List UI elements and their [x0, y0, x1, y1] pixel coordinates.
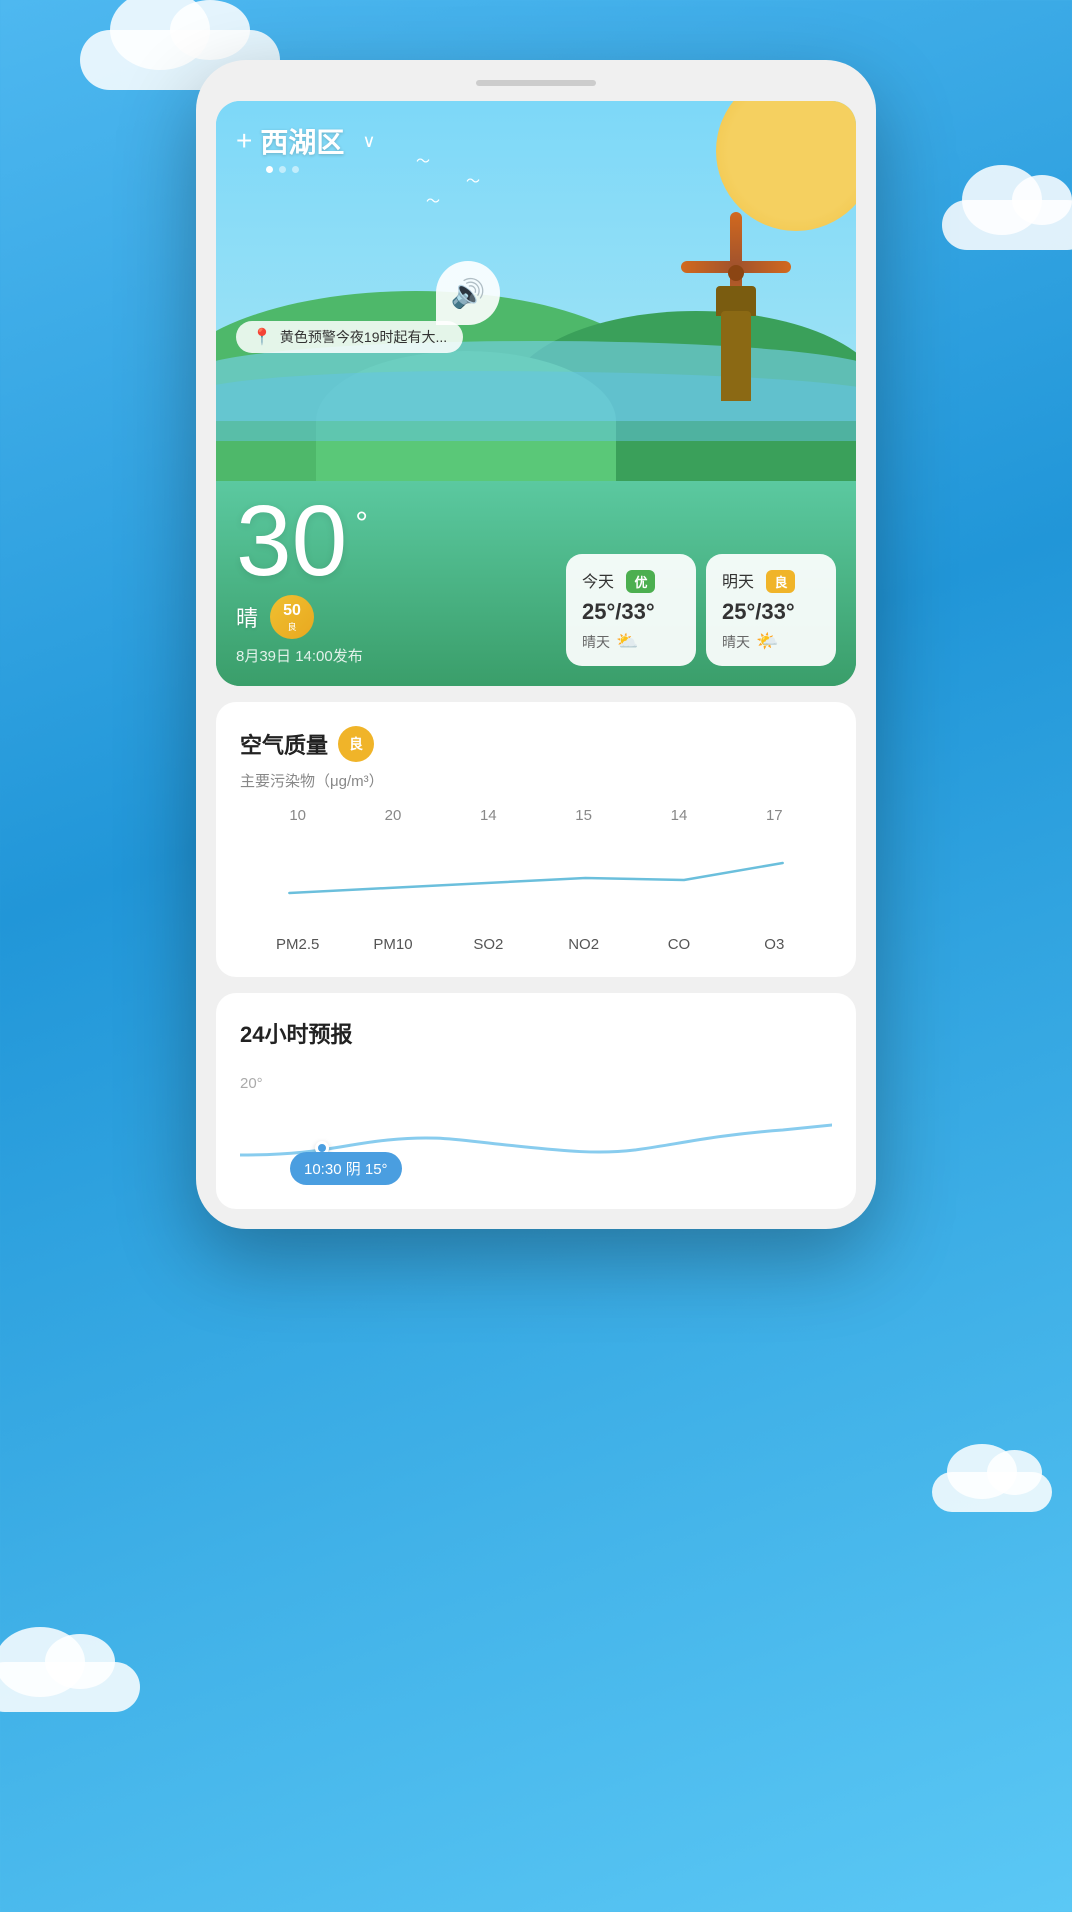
- tomorrow-quality-badge: 良: [766, 570, 795, 593]
- chart-label-no2: NO2: [536, 936, 631, 953]
- tomorrow-weather: 晴天 🌤️: [722, 631, 820, 652]
- scene-bird-2: 〜: [466, 171, 480, 191]
- chart-svg: [240, 828, 832, 908]
- temperature-display: 30 °: [236, 491, 368, 591]
- air-quality-section: 空气质量 良 主要污染物（μg/m³） 10 20 14 15 14 17 PM…: [216, 702, 856, 977]
- weather-desc-row: 晴 50 良: [236, 595, 368, 639]
- chart-labels-row: PM2.5 PM10 SO2 NO2 CO O3: [240, 936, 832, 953]
- chart-label-co: CO: [631, 936, 726, 953]
- forecast24-title: 24小时预报: [240, 1017, 832, 1049]
- add-location-button[interactable]: +: [236, 125, 252, 157]
- chart-label-pm25: PM2.5: [250, 936, 345, 953]
- tomorrow-temperature: 25°/33°: [722, 599, 820, 625]
- weather-card: 〜 〜 〜 🔊 + 西湖区 ∨ 📍 黄色预警今夜19时起有大...: [216, 101, 856, 686]
- forecast24-chart: 20° 10:30 阴 15°: [240, 1065, 832, 1185]
- scene-bird-3: 〜: [426, 191, 440, 211]
- air-quality-chart: [240, 828, 832, 928]
- background-cloud-3: [0, 1662, 140, 1712]
- today-weather: 晴天 ⛅: [582, 631, 680, 652]
- air-quality-title: 空气质量 良: [240, 726, 832, 762]
- phone-frame: 〜 〜 〜 🔊 + 西湖区 ∨ 📍 黄色预警今夜19时起有大...: [196, 60, 876, 1229]
- chart-values-row: 10 20 14 15 14 17: [240, 807, 832, 824]
- phone-notch: [476, 80, 596, 86]
- tomorrow-label: 明天 良: [722, 568, 820, 593]
- chart-label-o3: O3: [727, 936, 822, 953]
- chart-label-pm10: PM10: [345, 936, 440, 953]
- today-temperature: 25°/33°: [582, 599, 680, 625]
- temperature-value: 30: [236, 491, 347, 591]
- time-tooltip: 10:30 阴 15°: [290, 1152, 402, 1185]
- today-forecast-card[interactable]: 今天 优 25°/33° 晴天 ⛅: [566, 554, 696, 666]
- chart-value-no2: 15: [536, 807, 631, 824]
- aqi-badge: 50 良: [270, 595, 314, 639]
- windmill-center: [728, 265, 744, 281]
- warning-text: 黄色预警今夜19时起有大...: [280, 327, 447, 347]
- tomorrow-forecast-card[interactable]: 明天 良 25°/33° 晴天 🌤️: [706, 554, 836, 666]
- today-weather-icon: ⛅: [616, 631, 638, 652]
- degree-symbol: °: [355, 505, 368, 542]
- chart-value-pm25: 10: [250, 807, 345, 824]
- sound-bubble[interactable]: 🔊: [436, 261, 500, 325]
- chart-label-so2: SO2: [441, 936, 536, 953]
- windmill-blade-1: [736, 261, 791, 273]
- pollutant-unit-label: 主要污染物（μg/m³）: [240, 770, 832, 791]
- location-header: + 西湖区 ∨: [236, 121, 376, 161]
- chart-value-so2: 14: [441, 807, 536, 824]
- chart-value-pm10: 20: [345, 807, 440, 824]
- weather-description: 晴: [236, 601, 258, 633]
- dot-2: [279, 166, 286, 173]
- aqi-number: 50: [283, 602, 301, 620]
- forecast24-section: 24小时预报 20° 10:30 阴 15°: [216, 993, 856, 1209]
- background-cloud-4: [932, 1472, 1052, 1512]
- forecast24-temp-label: 20°: [240, 1075, 263, 1092]
- sound-icon: 🔊: [451, 277, 486, 310]
- publish-time: 8月39日 14:00发布: [236, 645, 368, 666]
- background-cloud-2: [942, 200, 1072, 250]
- windmill-body: [721, 311, 751, 401]
- chart-value-co: 14: [631, 807, 726, 824]
- chart-value-o3: 17: [727, 807, 822, 824]
- page-indicators: [266, 166, 299, 173]
- warning-banner[interactable]: 📍 黄色预警今夜19时起有大...: [236, 321, 463, 353]
- weather-scene: 〜 〜 〜 🔊 + 西湖区 ∨ 📍 黄色预警今夜19时起有大...: [216, 101, 856, 481]
- windmill-blade-4: [730, 212, 742, 267]
- location-pin-icon: 📍: [252, 327, 272, 347]
- dot-1: [266, 166, 273, 173]
- today-label: 今天 优: [582, 568, 680, 593]
- chevron-down-icon[interactable]: ∨: [362, 131, 375, 152]
- scene-bird-1: 〜: [416, 151, 430, 171]
- location-name: 西湖区: [260, 121, 344, 161]
- tomorrow-weather-icon: 🌤️: [756, 631, 778, 652]
- today-quality-badge: 优: [626, 570, 655, 593]
- temperature-section: 30 ° 晴 50 良 8月39日 14:00发布: [236, 491, 368, 666]
- air-quality-badge: 良: [338, 726, 374, 762]
- windmill-illustration: [676, 241, 796, 401]
- dot-3: [292, 166, 299, 173]
- aqi-label-text: 良: [288, 620, 297, 633]
- forecast-cards: 今天 优 25°/33° 晴天 ⛅ 明天 良: [566, 554, 836, 666]
